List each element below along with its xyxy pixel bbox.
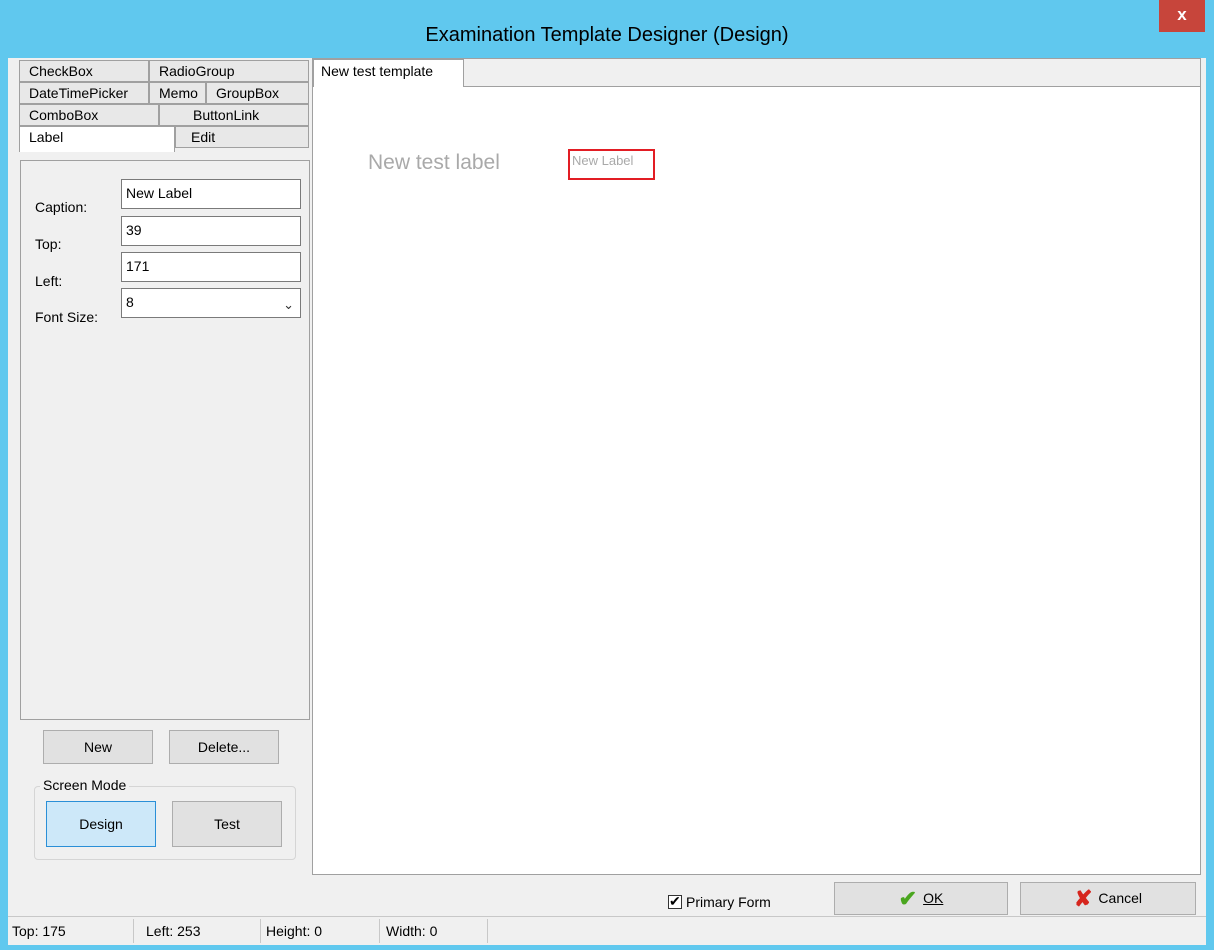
- tab-radiogroup[interactable]: RadioGroup: [149, 60, 309, 82]
- checkmark-icon: ✔: [669, 893, 681, 909]
- window-client: CheckBox RadioGroup DateTimePicker Memo …: [8, 58, 1206, 945]
- tab-buttonlink[interactable]: ButtonLink: [159, 104, 309, 126]
- tab-edit[interactable]: Edit: [175, 126, 309, 148]
- tab-new-test-template[interactable]: New test template: [313, 59, 464, 87]
- close-icon: x: [1177, 5, 1187, 24]
- top-field[interactable]: 39: [121, 216, 301, 246]
- status-bar: Top: 175 Left: 253 Height: 0 Width: 0: [8, 916, 1206, 945]
- tab-groupbox[interactable]: GroupBox: [206, 82, 309, 104]
- caption-label: Caption:: [35, 199, 88, 215]
- designer-area: New test template New test label New Lab…: [312, 58, 1201, 875]
- cancel-button[interactable]: ✘ Cancel: [1020, 882, 1196, 915]
- close-button[interactable]: x: [1159, 0, 1205, 32]
- checkbox-box[interactable]: ✔: [668, 893, 682, 909]
- primary-form-label: Primary Form: [686, 894, 771, 910]
- tab-combobox[interactable]: ComboBox: [19, 104, 159, 126]
- status-left: Left: 253: [134, 919, 261, 943]
- tab-memo[interactable]: Memo: [149, 82, 206, 104]
- delete-button[interactable]: Delete...: [169, 730, 279, 764]
- selected-label-element[interactable]: New Label: [568, 149, 655, 180]
- screen-mode-caption: Screen Mode: [40, 777, 130, 793]
- ok-label: OK: [923, 890, 944, 906]
- status-top: Top: 175: [8, 919, 134, 943]
- ok-button[interactable]: ✔ OK: [834, 882, 1008, 915]
- caption-field[interactable]: New Label: [121, 179, 301, 209]
- left-label: Left:: [35, 273, 63, 289]
- top-label: Top:: [35, 236, 62, 252]
- chevron-down-icon[interactable]: ⌄: [283, 292, 294, 318]
- font-size-value: 8: [126, 294, 134, 310]
- left-field[interactable]: 171: [121, 252, 301, 282]
- canvas-label[interactable]: New test label: [368, 151, 500, 175]
- status-width: Width: 0: [380, 919, 488, 943]
- new-button[interactable]: New: [43, 730, 153, 764]
- font-size-label: Font Size:: [35, 309, 99, 325]
- component-palette-tabs: CheckBox RadioGroup DateTimePicker Memo …: [19, 60, 312, 160]
- cancel-label: Cancel: [1098, 890, 1143, 906]
- primary-form-checkbox[interactable]: ✔ Primary Form: [668, 892, 771, 912]
- test-mode-button[interactable]: Test: [172, 801, 282, 847]
- tab-label[interactable]: Label: [19, 126, 175, 152]
- window-title: Examination Template Designer (Design): [425, 24, 789, 46]
- font-size-select[interactable]: 8 ⌄: [121, 288, 301, 318]
- properties-panel: Caption: New Label Top: 39 Left: 171 Fon…: [20, 160, 310, 720]
- cross-icon: ✘: [1073, 886, 1093, 911]
- tab-checkbox[interactable]: CheckBox: [19, 60, 149, 82]
- design-mode-button[interactable]: Design: [46, 801, 156, 847]
- tab-datetimepicker[interactable]: DateTimePicker: [19, 82, 149, 104]
- checkmark-icon: ✔: [898, 886, 918, 911]
- status-height: Height: 0: [261, 919, 380, 943]
